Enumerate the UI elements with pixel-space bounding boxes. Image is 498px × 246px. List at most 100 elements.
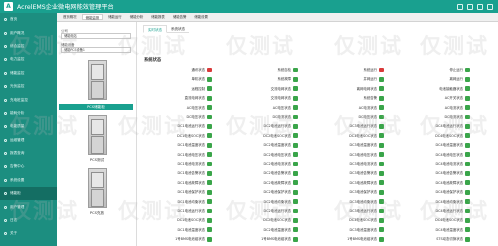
status-item: DC4电池电压状态 — [395, 151, 479, 159]
sidebar-item[interactable]: 储能柜 — [0, 187, 57, 201]
status-indicator-icon — [465, 123, 470, 129]
status-label: DC电流状态 — [444, 115, 463, 119]
status-item: DC2电池均衡状态 — [223, 198, 307, 206]
pcs-cabinet-image[interactable] — [88, 60, 107, 100]
status-item: DC1电池SOC状态 — [137, 216, 221, 224]
page-tab[interactable]: 储能分析 — [127, 14, 147, 20]
status-indicator-icon — [379, 208, 384, 214]
sidebar-item[interactable]: 关于 — [0, 227, 57, 240]
company-select[interactable]: 储能电站 — [61, 33, 131, 39]
status-indicator-icon — [379, 105, 384, 110]
status-label: DC4电池温度状态 — [435, 143, 463, 148]
sub-tabs: 实时状态 系统状态 — [143, 25, 189, 33]
status-item: AC电压状态 — [137, 104, 221, 112]
status-indicator-icon — [465, 133, 470, 139]
logout-icon[interactable] — [487, 3, 493, 10]
status-label: DC1电池SOC状态 — [177, 218, 205, 223]
page-tab[interactable]: 首页概况 — [60, 14, 80, 20]
status-indicator-icon — [207, 114, 212, 120]
menu-dot-icon — [4, 44, 7, 48]
status-indicator-icon — [207, 76, 212, 82]
status-indicator-icon — [379, 199, 384, 204]
sidebar-item[interactable]: 充电桩监控 — [0, 93, 57, 106]
sidebar-item[interactable]: 电能质量 — [0, 120, 57, 133]
status-indicator-icon — [465, 114, 470, 120]
sidebar-item[interactable]: 首页 — [0, 13, 57, 26]
status-label: AC开关状态 — [444, 96, 463, 101]
status-indicator-icon — [293, 114, 298, 120]
status-indicator-icon — [207, 152, 212, 157]
sidebar-item-label: 用户概况 — [10, 30, 25, 35]
page-tab[interactable]: 储能设置 — [191, 14, 211, 20]
pcs-cabinet-image[interactable] — [88, 168, 107, 208]
menu-dot-icon — [4, 152, 7, 156]
sidebar-item[interactable]: 综合监控 — [0, 40, 57, 53]
status-label: 1号BMS电池组状态 — [175, 237, 205, 242]
cabinet-label-1[interactable]: PCS储能柜 — [59, 104, 133, 110]
status-item: DC1电池故障状态 — [137, 179, 221, 187]
device-select[interactable]: 储能PCS设备1 — [61, 47, 131, 53]
menu-dot-icon — [4, 71, 7, 75]
status-item: STS动态切换状态 — [395, 235, 479, 243]
status-indicator-icon — [465, 199, 470, 204]
status-indicator-icon — [379, 95, 384, 101]
status-item: DC4电池温度状态 — [395, 226, 479, 234]
cabinet-label-2[interactable]: PCS测试 — [57, 158, 137, 163]
cabinet-label-3[interactable]: PCS充放 — [57, 211, 137, 216]
status-indicator-icon — [379, 123, 384, 129]
page-tab[interactable]: 储能监测 — [81, 14, 104, 20]
status-item: DC1电池运行状态 — [137, 122, 221, 130]
sidebar-item[interactable]: 运维管理 — [0, 134, 57, 147]
status-indicator-icon — [379, 217, 384, 223]
sidebar-item[interactable]: 日志 — [0, 214, 57, 227]
status-indicator-icon — [293, 105, 298, 110]
status-indicator-icon — [207, 180, 212, 186]
status-label: DC2电池SOC状态 — [263, 218, 291, 223]
sidebar-item[interactable]: 报表查询 — [0, 147, 57, 160]
status-label: AC电流状态 — [444, 105, 463, 110]
sidebar-item[interactable]: 储能监控 — [0, 67, 57, 80]
status-indicator-icon — [207, 170, 212, 176]
sidebar-item[interactable]: 光伏监控 — [0, 80, 57, 93]
fullscreen-icon[interactable] — [467, 3, 473, 10]
status-label: DC4电池均衡状态 — [435, 199, 463, 204]
status-indicator-icon — [379, 133, 384, 139]
pcs-cabinet-image[interactable] — [88, 115, 107, 155]
status-row: DC1电池均衡状态 DC2电池均衡状态 DC3电池均衡状态 DC4电池均衡状态 — [137, 198, 498, 206]
status-label: DC1电池告警状态 — [177, 171, 205, 176]
sidebar-item[interactable]: 能耗分析 — [0, 107, 57, 120]
status-indicator-icon — [207, 236, 212, 242]
status-item: 电池接触器状态 — [395, 85, 479, 93]
message-icon[interactable] — [457, 3, 463, 10]
user-icon[interactable] — [477, 3, 483, 10]
sidebar-item[interactable]: 电力监控 — [0, 53, 57, 66]
tab-system-status[interactable]: 系统状态 — [167, 25, 189, 33]
app-logo: A — [4, 2, 13, 11]
status-indicator-icon — [465, 142, 470, 148]
menu-dot-icon — [4, 165, 7, 169]
page-tab[interactable]: 储能报表 — [148, 14, 168, 20]
tab-realtime-status[interactable]: 实时状态 — [143, 25, 167, 33]
sidebar-item-label: 储能柜 — [10, 191, 21, 196]
status-row: DC1电池保护状态 DC2电池保护状态 DC3电池保护状态 DC4电池保护状态 — [137, 188, 498, 196]
status-indicator-icon — [207, 199, 212, 204]
menu-dot-icon — [4, 205, 7, 209]
sidebar-item[interactable]: 告警中心 — [0, 160, 57, 173]
menu-dot-icon — [4, 98, 7, 102]
sidebar-item[interactable]: 系统设置 — [0, 174, 57, 187]
sidebar-item[interactable]: 用户概况 — [0, 26, 57, 39]
sidebar-item[interactable]: 用户管理 — [0, 200, 57, 213]
status-row: DC1电池电压状态 DC2电池电压状态 DC3电池电压状态 DC4电池电压状态 — [137, 151, 498, 159]
status-indicator-icon — [293, 189, 298, 195]
status-label: DC2电池温度状态 — [263, 143, 291, 148]
status-label: 交流电网状态 — [270, 96, 291, 101]
status-label: DC2电池SOC状态 — [263, 133, 291, 138]
status-label: DC2电池故障状态 — [263, 180, 291, 185]
page-tab[interactable]: 储能告警 — [170, 14, 190, 20]
page-tab[interactable]: 储能运行 — [105, 14, 125, 20]
menu-dot-icon — [4, 111, 7, 115]
status-indicator-icon — [293, 142, 298, 148]
status-item: AC电流状态 — [395, 104, 479, 112]
status-item: 交流电网状态 — [223, 85, 307, 93]
status-row: 远程控制 交流电网状态 离网电网状态 电池接触器状态 — [137, 85, 498, 93]
